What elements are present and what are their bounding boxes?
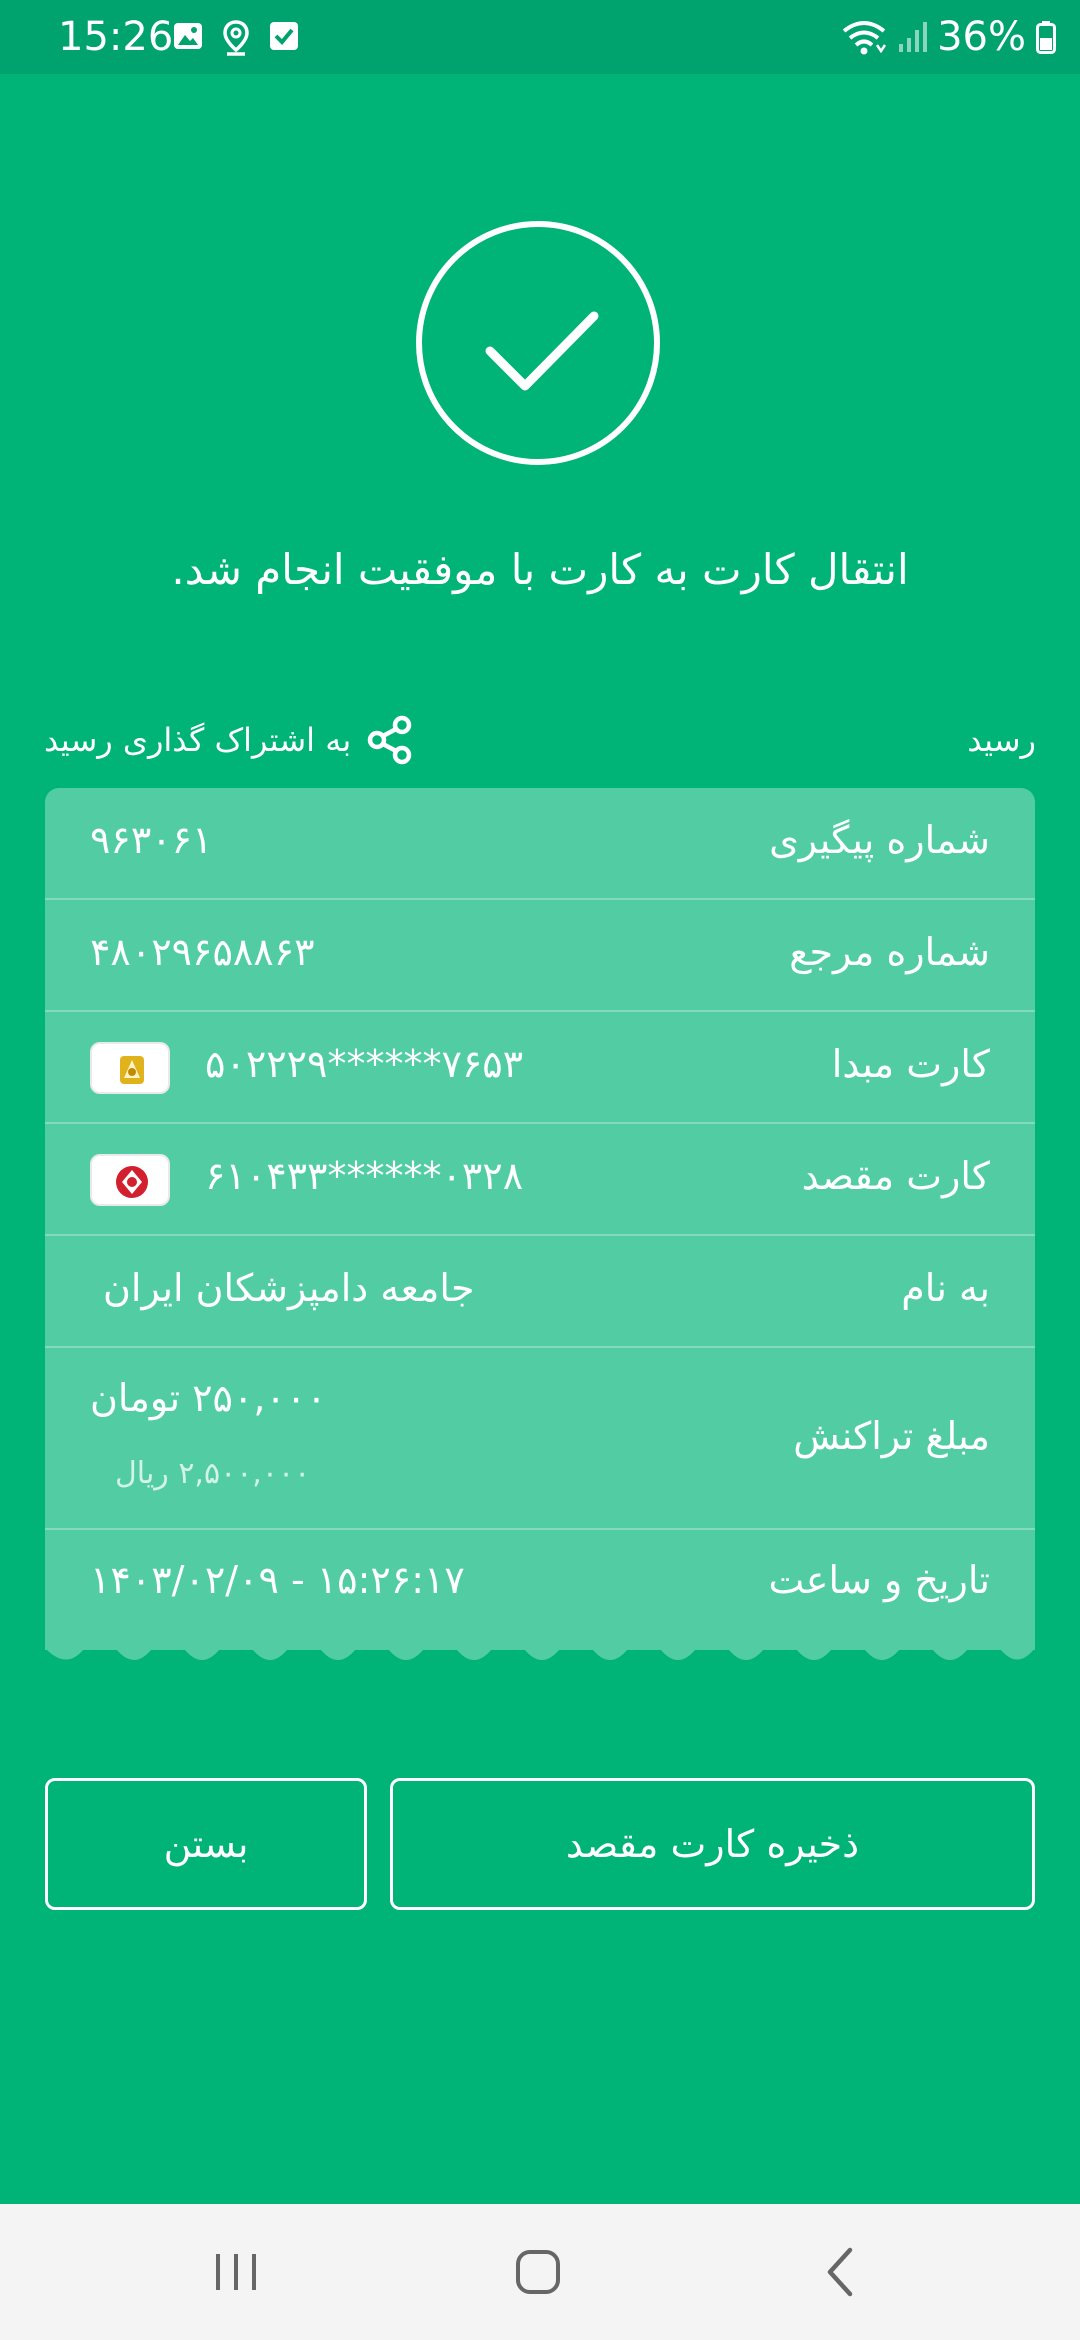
transaction-datetime: ۱۴۰۳/۰۲/۰۹ - ۱۵:۲۶:۱۷ — [90, 1558, 465, 1602]
save-destination-card-button[interactable]: ذخیره کارت مقصد — [390, 1778, 1035, 1910]
share-receipt-label: به اشتراک گذاری رسید — [44, 721, 352, 759]
receipt-wave-edge — [45, 1640, 1035, 1660]
row-label: شماره پیگیری — [769, 818, 990, 862]
back-icon[interactable] — [800, 2240, 880, 2304]
destination-card-number: ۶۱۰۴۳۳******۰۳۲۸ — [205, 1154, 524, 1198]
receipt-card: شماره پیگیری ۹۶۳۰۶۱ شماره مرجع ۴۸۰۲۹۶۵۸۸… — [45, 788, 1035, 1650]
receipt-label: رسید — [967, 721, 1036, 759]
wifi-icon — [842, 21, 887, 55]
tracking-number: ۹۶۳۰۶۱ — [90, 818, 213, 862]
status-system-icons: 36% — [841, 12, 1056, 62]
gallery-icon — [174, 23, 202, 49]
signal-icon — [899, 22, 928, 52]
row-label: به نام — [901, 1266, 990, 1310]
row-label: شماره مرجع — [789, 930, 990, 974]
bank-logo-red-icon — [90, 1154, 170, 1206]
share-icon — [368, 715, 412, 765]
battery-icon — [1036, 21, 1056, 54]
reference-number: ۴۸۰۲۹۶۵۸۸۶۳ — [90, 930, 315, 974]
receipt-row-destination-card: کارت مقصد ۶۱۰۴۳۳******۰۳۲۸ — [45, 1124, 1035, 1236]
success-message: انتقال کارت به کارت با موفقیت انجام شد. — [171, 545, 909, 594]
receipt-row-source-card: کارت مبدا ۵۰۲۲۲۹******۷۶۵۳ — [45, 1012, 1035, 1124]
row-label: تاریخ و ساعت — [768, 1558, 990, 1602]
status-time: 15:26 — [58, 14, 174, 60]
amount-rial: ۲,۵۰۰,۰۰۰ ریال — [115, 1456, 311, 1491]
receipt-row-datetime: تاریخ و ساعت ۱۴۰۳/۰۲/۰۹ - ۱۵:۲۶:۱۷ — [45, 1530, 1035, 1650]
bank-logo-gold-icon — [90, 1042, 170, 1094]
status-bar: 15:26 36% — [0, 0, 1080, 74]
row-label: کارت مبدا — [831, 1042, 990, 1086]
share-receipt-button[interactable]: به اشتراک گذاری رسید — [44, 712, 415, 768]
row-label: کارت مقصد — [801, 1154, 990, 1198]
battery-percentage: 36% — [937, 14, 1026, 60]
location-icon — [223, 20, 249, 56]
recipient-name: جامعه دامپزشکان ایران — [103, 1266, 475, 1310]
checkmark-circle-icon — [416, 221, 660, 465]
receipt-row-tracking: شماره پیگیری ۹۶۳۰۶۱ — [45, 788, 1035, 900]
row-label: مبلغ تراکنش — [793, 1414, 990, 1458]
amount-toman: ۲۵۰,۰۰۰ تومان — [90, 1376, 327, 1420]
receipt-row-reference: شماره مرجع ۴۸۰۲۹۶۵۸۸۶۳ — [45, 900, 1035, 1012]
status-notification-icons — [172, 20, 300, 60]
checkbox-icon — [270, 22, 298, 50]
receipt-row-amount: مبلغ تراکنش ۲۵۰,۰۰۰ تومان ۲,۵۰۰,۰۰۰ ریال — [45, 1348, 1035, 1530]
home-icon[interactable] — [498, 2240, 578, 2304]
source-card-number: ۵۰۲۲۲۹******۷۶۵۳ — [205, 1042, 524, 1086]
navigation-bar — [0, 2204, 1080, 2340]
receipt-row-name: به نام جامعه دامپزشکان ایران — [45, 1236, 1035, 1348]
close-button[interactable]: بستن — [45, 1778, 367, 1910]
recent-apps-icon[interactable] — [196, 2240, 276, 2304]
